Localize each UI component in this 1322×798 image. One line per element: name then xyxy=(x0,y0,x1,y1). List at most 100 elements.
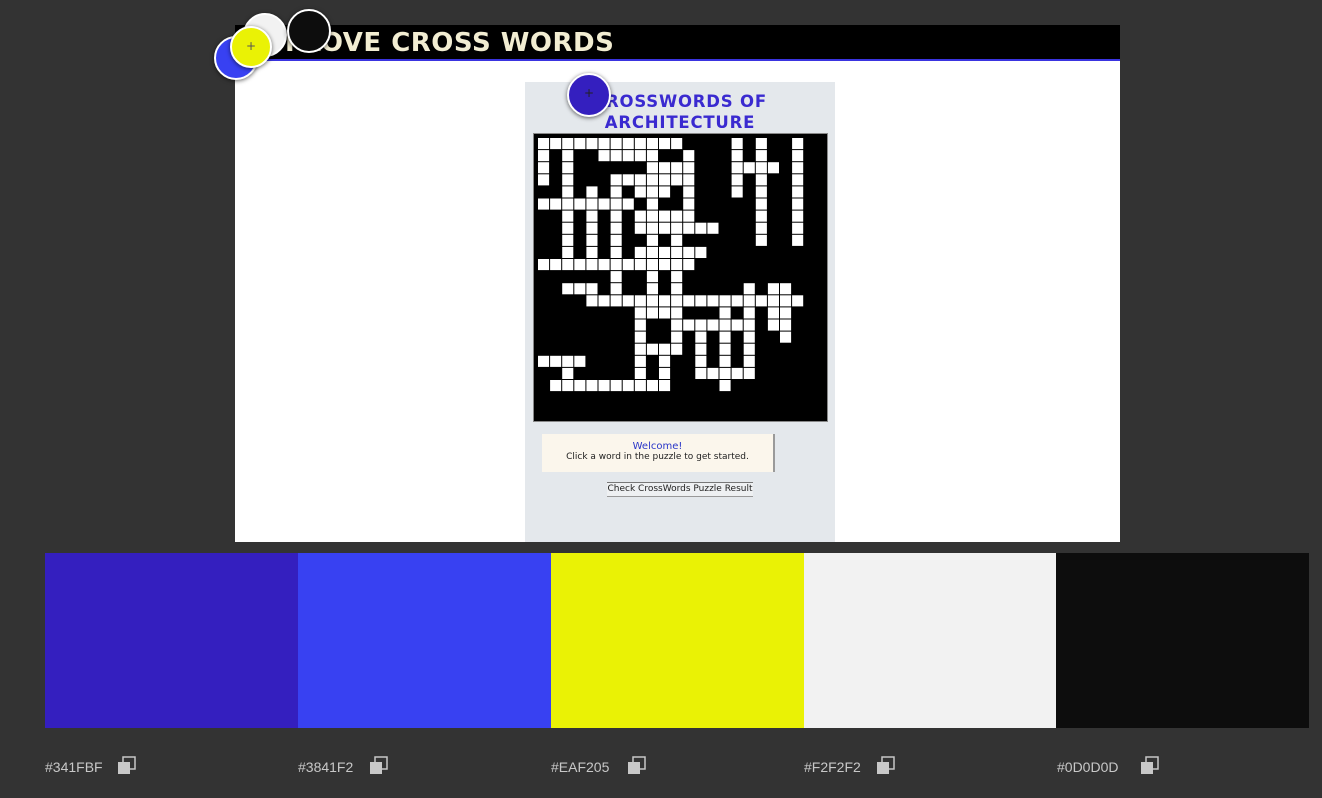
crossword-cell xyxy=(598,198,610,210)
crossword-cell xyxy=(610,186,622,198)
crossword-cell xyxy=(695,343,707,355)
crossword-cell xyxy=(538,174,550,186)
crossword-cell xyxy=(610,198,622,210)
crossword-cell xyxy=(671,210,683,222)
crossword-cell xyxy=(731,186,743,198)
swatch-0d0d0d[interactable] xyxy=(1056,553,1309,728)
crossword-cell xyxy=(659,246,671,258)
crossword-cell xyxy=(659,295,671,307)
crossword-cell xyxy=(538,198,550,210)
crossword-cell xyxy=(646,283,658,295)
crossword-cell xyxy=(634,367,646,379)
hex-label: #0D0D0D xyxy=(1057,759,1119,775)
crossword-cell xyxy=(695,367,707,379)
crossword-grid xyxy=(533,133,828,422)
crossword-cell xyxy=(646,210,658,222)
crossword-cell xyxy=(767,319,779,331)
crossword-cell xyxy=(598,150,610,162)
crossword-cell xyxy=(767,283,779,295)
welcome-text: Click a word in the puzzle to get starte… xyxy=(566,452,749,462)
crossword-cell xyxy=(610,174,622,186)
crossword-cell xyxy=(562,150,574,162)
crossword-cell xyxy=(634,380,646,392)
crossword-cell xyxy=(562,222,574,234)
crossword-grid-cells xyxy=(538,138,804,392)
crossword-cell xyxy=(755,162,767,174)
crossword-cell xyxy=(755,138,767,150)
puzzle-panel: CROSSWORDS OF ARCHITECTURE Welcome! Clic… xyxy=(525,82,835,542)
crossword-cell xyxy=(610,150,622,162)
crossword-cell xyxy=(610,234,622,246)
crossword-cell xyxy=(586,210,598,222)
crossword-cell xyxy=(671,246,683,258)
crossword-cell xyxy=(731,150,743,162)
crossword-cell xyxy=(780,331,792,343)
crossword-cell xyxy=(562,198,574,210)
crossword-cell xyxy=(659,380,671,392)
crossword-cell xyxy=(622,295,634,307)
crossword-cell xyxy=(707,367,719,379)
crossword-cell xyxy=(646,307,658,319)
crossword-cell xyxy=(610,259,622,271)
welcome-box: Welcome! Click a word in the puzzle to g… xyxy=(542,434,775,472)
swatch-f2f2f2[interactable] xyxy=(804,553,1056,728)
crossword-cell xyxy=(646,150,658,162)
picker-handle-yellow[interactable]: + xyxy=(230,26,272,68)
crossword-cell xyxy=(792,174,804,186)
crossword-cell xyxy=(659,138,671,150)
crossword-cell xyxy=(695,331,707,343)
crossword-cell xyxy=(646,380,658,392)
crossword-cell xyxy=(780,319,792,331)
crossword-cell xyxy=(598,380,610,392)
crossword-cell xyxy=(610,271,622,283)
site-title: I LOVE CROSS WORDS xyxy=(285,28,615,58)
crossword-cell xyxy=(792,138,804,150)
copy-icon[interactable] xyxy=(368,756,390,776)
hex-label: #341FBF xyxy=(45,759,103,775)
crossword-cell xyxy=(683,222,695,234)
crossword-cell xyxy=(671,259,683,271)
crossword-cell xyxy=(562,186,574,198)
crossword-cell xyxy=(610,283,622,295)
crossword-cell xyxy=(792,186,804,198)
crossword-cell xyxy=(646,234,658,246)
crossword-cell xyxy=(755,295,767,307)
crossword-cell xyxy=(659,355,671,367)
swatch-eaf205[interactable] xyxy=(551,553,804,728)
crossword-cell xyxy=(646,162,658,174)
crossword-cell xyxy=(562,246,574,258)
copy-icon[interactable] xyxy=(626,756,648,776)
hex-label: #EAF205 xyxy=(551,759,610,775)
plus-icon: + xyxy=(245,39,257,53)
crossword-cell xyxy=(780,295,792,307)
crossword-cell xyxy=(634,295,646,307)
picker-handle-purple[interactable]: + xyxy=(567,73,611,117)
copy-icon[interactable] xyxy=(875,756,897,776)
crossword-cell xyxy=(719,355,731,367)
swatch-341fbf[interactable] xyxy=(45,553,298,728)
copy-icon[interactable] xyxy=(1139,756,1161,776)
puzzle-title-line2: ARCHITECTURE xyxy=(604,113,756,132)
crossword-cell xyxy=(622,259,634,271)
crossword-cell xyxy=(550,259,562,271)
crossword-cell xyxy=(538,162,550,174)
crossword-cell xyxy=(755,222,767,234)
crossword-cell xyxy=(719,331,731,343)
crossword-cell xyxy=(659,343,671,355)
crossword-cell xyxy=(610,210,622,222)
crossword-cell xyxy=(562,367,574,379)
crossword-cell xyxy=(610,295,622,307)
copy-icon[interactable] xyxy=(116,756,138,776)
crossword-cell xyxy=(610,138,622,150)
swatch-3841f2[interactable] xyxy=(298,553,551,728)
crossword-cell xyxy=(707,222,719,234)
crossword-cell xyxy=(538,150,550,162)
crossword-cell xyxy=(586,222,598,234)
hex-label: #3841F2 xyxy=(298,759,354,775)
crossword-cell xyxy=(622,174,634,186)
crossword-cell xyxy=(683,198,695,210)
crossword-cell xyxy=(683,319,695,331)
picker-handle-black[interactable] xyxy=(287,9,331,53)
crossword-cell xyxy=(671,271,683,283)
crossword-cell xyxy=(634,186,646,198)
